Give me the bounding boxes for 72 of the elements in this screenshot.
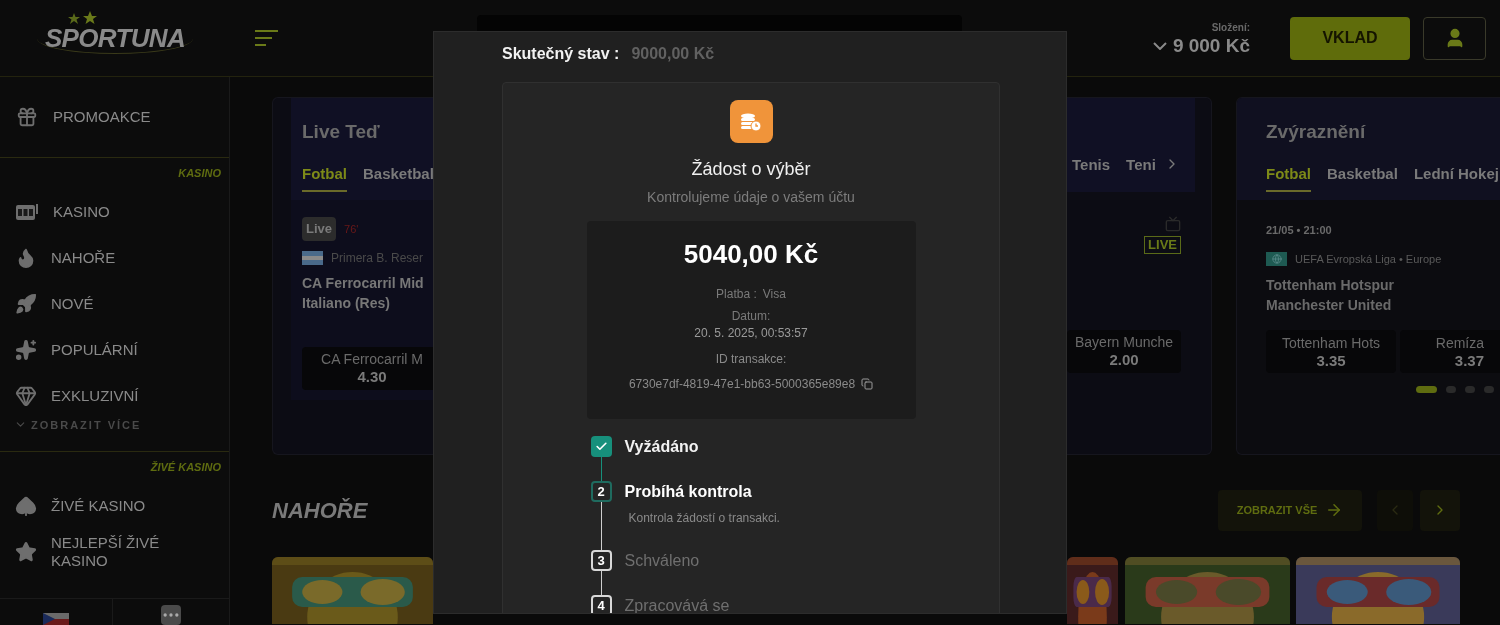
request-title: Žádost o výběr [691, 158, 811, 180]
coins-clock-icon [740, 111, 762, 132]
date-label: Datum: [731, 309, 771, 323]
odds-button[interactable]: Bayern Munche 2.00 [1067, 329, 1181, 373]
sport-tab[interactable]: Basketbal [363, 162, 433, 192]
sidebar-item[interactable]: NAHOŘE [0, 234, 229, 281]
view-all-button[interactable]: ZOBRAZIT VŠE [1218, 489, 1362, 531]
team-name: Italiano (Res) [302, 293, 391, 313]
sidebar-item[interactable]: ŽIVÉ KASINO [0, 482, 229, 529]
league-name: Primera B. Reser [331, 249, 424, 267]
copy-icon[interactable] [861, 378, 874, 390]
card-title: Zvýraznění [1266, 120, 1367, 144]
step-label: Probíhá kontrola [624, 482, 753, 502]
odds-button[interactable]: CA Ferrocarril M 4.30 [302, 346, 433, 390]
team-name: Tottenham Hotspur [1266, 276, 1396, 295]
team-name: CA Ferrocarril Mid [302, 273, 425, 293]
diamond-icon [15, 384, 37, 407]
flag-icon [43, 613, 69, 625]
team-name: Manchester United [1266, 296, 1393, 315]
amount: 5040,00 Kč [683, 238, 819, 271]
star-icon [15, 540, 37, 563]
slot-machine-icon [15, 201, 39, 222]
sport-tab[interactable]: Lední Hokej [1413, 162, 1499, 192]
step-number: 3 [590, 550, 612, 571]
balance-value: 9000,00 Kč [631, 44, 715, 64]
step-number: 4 [590, 595, 612, 613]
league-name: UEFA Evropská Liga • Europe [1295, 251, 1442, 267]
rocket-icon [15, 292, 37, 315]
balance-dropdown[interactable]: 9 000 Kč [1152, 34, 1250, 57]
sidebar-item[interactable]: NOVÉ [0, 280, 229, 327]
more-icon [161, 605, 181, 625]
sport-tab[interactable]: Teni [1126, 154, 1156, 184]
sport-tab[interactable]: Fotbal [302, 162, 347, 192]
balance-label: Skutečný stav : [502, 44, 620, 64]
logo[interactable]: SPORTUNA [36, 22, 194, 54]
deposit-button[interactable]: VKLAD [1290, 16, 1410, 60]
sidebar-item[interactable]: POPULÁRNÍ [0, 326, 229, 373]
transaction-id: 6730e7df-4819-47e1-bb63-5000365e89e8 [628, 376, 856, 393]
match-minute: 76' [344, 221, 359, 237]
globe-icon [1271, 253, 1282, 264]
sport-tab[interactable]: Tenis [1072, 154, 1111, 184]
section-heading: ŽIVÉ KASINO [150, 460, 221, 475]
step-description: Kontrola žádostí o transakci. [628, 510, 780, 526]
section-heading: KASINO [178, 166, 221, 181]
step-label: Schváleno [624, 551, 700, 571]
transaction-id-label: ID transakce: [715, 352, 787, 366]
sidebar-item[interactable]: NEJLEPŠÍ ŽIVÉ KASINO [0, 528, 229, 575]
date-value: 20. 5. 2025, 00:53:57 [694, 326, 808, 340]
live-badge: Live [302, 217, 336, 241]
user-button[interactable] [1423, 16, 1486, 60]
gift-icon [16, 106, 38, 128]
chevron-down-icon [1152, 41, 1167, 50]
balance-label: Složení: [1211, 20, 1250, 35]
tv-icon [1165, 215, 1181, 232]
flag-icon [302, 250, 323, 265]
section-title: NAHOŘE [272, 496, 368, 525]
sidebar-item[interactable]: EXKLUZIVNÍ [0, 372, 229, 419]
payment-label: Platba : [716, 286, 757, 303]
match-time: 21/05 • 21:00 [1266, 223, 1333, 238]
sport-tab[interactable]: Basketbal [1327, 162, 1398, 192]
sidebar-item[interactable]: KASINO [0, 188, 229, 235]
step-label: Vyžádáno [624, 437, 699, 457]
odds-button[interactable]: Remíza 3.37 [1400, 330, 1500, 373]
odds-button[interactable]: Tottenham Hots 3.35 [1266, 330, 1396, 373]
step-number: 2 [590, 481, 612, 502]
payment-value: Visa [762, 286, 786, 303]
request-subtitle: Kontrolujeme údaje o vašem účtu [647, 188, 855, 207]
card-title: Live Teď [302, 120, 381, 144]
live-badge: LIVE [1144, 235, 1181, 254]
menu-icon[interactable] [255, 30, 278, 46]
sparkles-icon [15, 338, 37, 361]
sport-tab[interactable]: Fotbal [1266, 162, 1311, 192]
